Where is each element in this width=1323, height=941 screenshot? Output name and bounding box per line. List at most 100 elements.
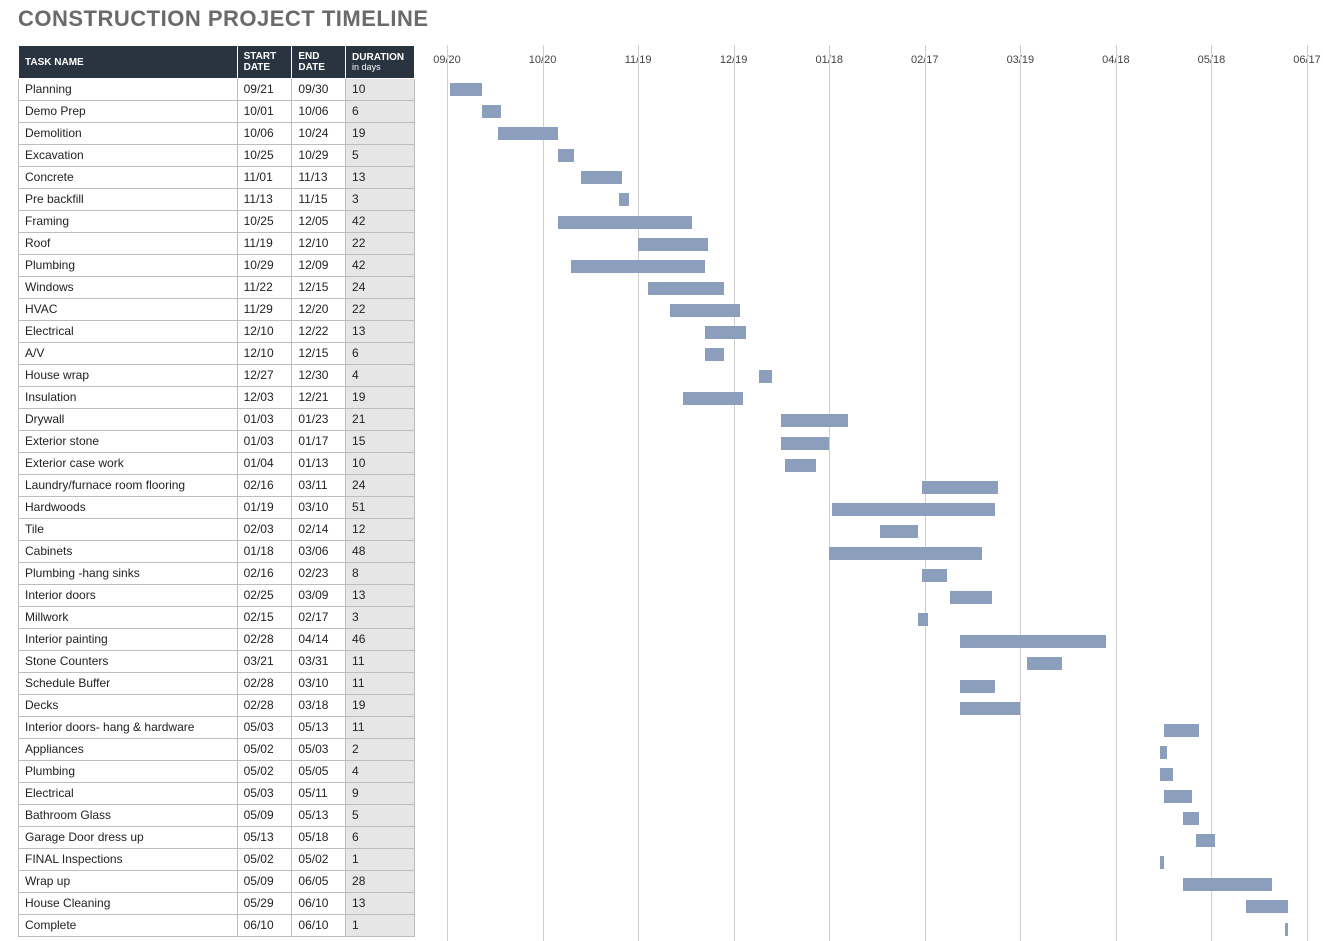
cell-task-name: Demolition (19, 123, 238, 145)
table-row: Electrical05/0305/119 (19, 783, 415, 805)
gantt-row (447, 609, 1307, 631)
table-row: Demolition10/0610/2419 (19, 123, 415, 145)
gantt-row (447, 852, 1307, 874)
main-layout: TASK NAME START DATE END DATE DURATION i… (18, 45, 1307, 941)
gantt-bar (1027, 657, 1062, 670)
cell-duration: 13 (346, 321, 415, 343)
cell-duration: 13 (346, 167, 415, 189)
gantt-row (447, 565, 1307, 587)
gantt-bar (785, 459, 817, 472)
table-row: Concrete11/0111/1313 (19, 167, 415, 189)
cell-task-name: Drywall (19, 409, 238, 431)
cell-duration: 11 (346, 651, 415, 673)
cell-duration: 1 (346, 915, 415, 937)
gantt-row (447, 433, 1307, 455)
cell-task-name: Hardwoods (19, 497, 238, 519)
cell-start-date: 05/09 (237, 805, 292, 827)
cell-task-name: Pre backfill (19, 189, 238, 211)
duration-sub: in days (352, 63, 408, 73)
cell-task-name: Tile (19, 519, 238, 541)
cell-start-date: 05/29 (237, 893, 292, 915)
cell-start-date: 05/02 (237, 739, 292, 761)
table-row: Planning09/2109/3010 (19, 79, 415, 101)
cell-duration: 11 (346, 717, 415, 739)
gantt-bar (705, 348, 724, 361)
duration-label: DURATION (352, 52, 404, 63)
cell-end-date: 12/15 (292, 277, 346, 299)
cell-task-name: Bathroom Glass (19, 805, 238, 827)
gantt-row (447, 631, 1307, 653)
cell-end-date: 11/13 (292, 167, 346, 189)
cell-start-date: 02/28 (237, 673, 292, 695)
gantt-row (447, 919, 1307, 941)
cell-duration: 4 (346, 365, 415, 387)
gantt-bar (781, 414, 848, 427)
gantt-bar (832, 503, 994, 516)
cell-task-name: Planning (19, 79, 238, 101)
gantt-row (447, 167, 1307, 189)
gantt-row (447, 189, 1307, 211)
cell-end-date: 12/22 (292, 321, 346, 343)
gantt-row (447, 874, 1307, 896)
table-row: Insulation12/0312/2119 (19, 387, 415, 409)
cell-start-date: 10/25 (237, 211, 292, 233)
cell-task-name: Plumbing -hang sinks (19, 563, 238, 585)
cell-end-date: 06/10 (292, 915, 346, 937)
table-row: Electrical12/1012/2213 (19, 321, 415, 343)
gantt-bar (1160, 768, 1173, 781)
cell-duration: 22 (346, 299, 415, 321)
table-row: Schedule Buffer02/2803/1011 (19, 673, 415, 695)
table-row: HVAC11/2912/2022 (19, 299, 415, 321)
table-row: Pre backfill11/1311/153 (19, 189, 415, 211)
cell-task-name: A/V (19, 343, 238, 365)
cell-duration: 51 (346, 497, 415, 519)
cell-duration: 21 (346, 409, 415, 431)
cell-end-date: 12/05 (292, 211, 346, 233)
cell-start-date: 01/03 (237, 409, 292, 431)
cell-task-name: Schedule Buffer (19, 673, 238, 695)
gantt-row (447, 587, 1307, 609)
cell-end-date: 12/30 (292, 365, 346, 387)
cell-task-name: Demo Prep (19, 101, 238, 123)
table-row: Cabinets01/1803/0648 (19, 541, 415, 563)
cell-end-date: 03/11 (292, 475, 346, 497)
cell-task-name: Millwork (19, 607, 238, 629)
gantt-row (447, 676, 1307, 698)
cell-duration: 15 (346, 431, 415, 453)
cell-task-name: Concrete (19, 167, 238, 189)
cell-start-date: 02/28 (237, 629, 292, 651)
cell-end-date: 06/10 (292, 893, 346, 915)
gantt-row (447, 212, 1307, 234)
gantt-bar (482, 105, 501, 118)
gantt-bar (558, 149, 574, 162)
cell-end-date: 05/13 (292, 717, 346, 739)
gantt-row (447, 653, 1307, 675)
gantt-row (447, 720, 1307, 742)
gantt-row (447, 698, 1307, 720)
col-end-date: END DATE (292, 46, 346, 79)
col-task-name: TASK NAME (19, 46, 238, 79)
table-header-row: TASK NAME START DATE END DATE DURATION i… (19, 46, 415, 79)
cell-duration: 6 (346, 827, 415, 849)
gantt-row (447, 278, 1307, 300)
cell-task-name: Interior painting (19, 629, 238, 651)
cell-task-name: Appliances (19, 739, 238, 761)
cell-start-date: 01/19 (237, 497, 292, 519)
table-row: Complete06/1006/101 (19, 915, 415, 937)
cell-end-date: 06/05 (292, 871, 346, 893)
gantt-bar (918, 613, 928, 626)
cell-start-date: 09/21 (237, 79, 292, 101)
gantt-bar (571, 260, 705, 273)
gantt-row (447, 123, 1307, 145)
table-row: Windows11/2212/1524 (19, 277, 415, 299)
cell-duration: 5 (346, 805, 415, 827)
cell-duration: 19 (346, 123, 415, 145)
gantt-row (447, 256, 1307, 278)
cell-task-name: Interior doors- hang & hardware (19, 717, 238, 739)
cell-end-date: 03/10 (292, 497, 346, 519)
cell-duration: 10 (346, 79, 415, 101)
table-row: Roof11/1912/1022 (19, 233, 415, 255)
cell-duration: 19 (346, 695, 415, 717)
cell-start-date: 12/27 (237, 365, 292, 387)
gantt-row (447, 830, 1307, 852)
